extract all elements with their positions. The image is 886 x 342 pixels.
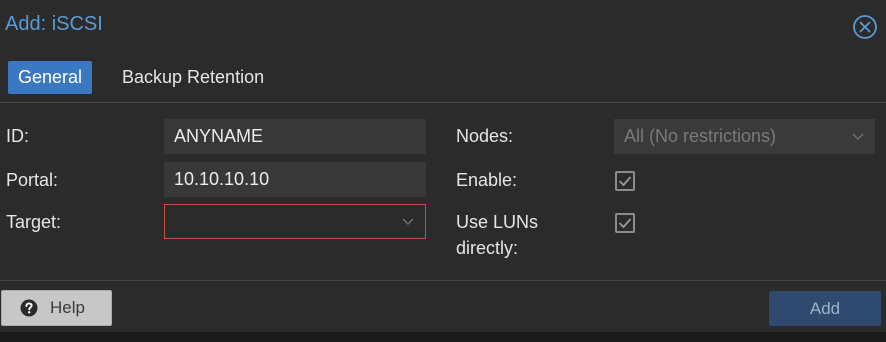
id-label: ID: [6, 126, 30, 146]
help-button[interactable]: Help [1, 290, 112, 326]
nodes-select: All (No restrictions) [614, 119, 875, 154]
id-field[interactable]: ANYNAME [164, 119, 426, 154]
use-luns-checkbox[interactable] [615, 213, 635, 233]
checkmark-icon [618, 176, 632, 187]
add-iscsi-dialog: Add: iSCSI General Backup Retention ID: … [0, 0, 886, 332]
checkmark-icon [618, 218, 632, 229]
dialog-title: Add: iSCSI [5, 13, 103, 35]
target-label: Target: [6, 212, 62, 232]
add-button[interactable]: Add [769, 291, 881, 326]
portal-field[interactable]: 10.10.10.10 [164, 162, 426, 197]
question-circle-icon [20, 299, 38, 317]
tab-general[interactable]: General [8, 61, 93, 94]
nodes-label: Nodes: [456, 126, 514, 146]
chevron-down-icon [852, 133, 864, 141]
id-value: ANYNAME [174, 126, 264, 146]
portal-value: 10.10.10.10 [174, 169, 270, 189]
chevron-down-icon [402, 218, 414, 226]
portal-label: Portal: [6, 170, 59, 190]
enable-label: Enable: [456, 170, 518, 190]
nodes-value: All (No restrictions) [624, 126, 777, 146]
tabs-divider [0, 102, 886, 103]
dialog-titlebar: Add: iSCSI [0, 0, 886, 52]
target-select[interactable] [164, 204, 426, 239]
tab-backup-retention[interactable]: Backup Retention [122, 61, 264, 94]
footer-divider [0, 280, 886, 281]
help-label: Help [50, 298, 85, 317]
enable-checkbox[interactable] [615, 171, 635, 191]
use-luns-label: Use LUNs [456, 212, 539, 232]
close-icon[interactable] [852, 14, 878, 40]
use-luns-label-line2: directly: [456, 238, 519, 258]
tab-bar: General Backup Retention [0, 52, 886, 102]
